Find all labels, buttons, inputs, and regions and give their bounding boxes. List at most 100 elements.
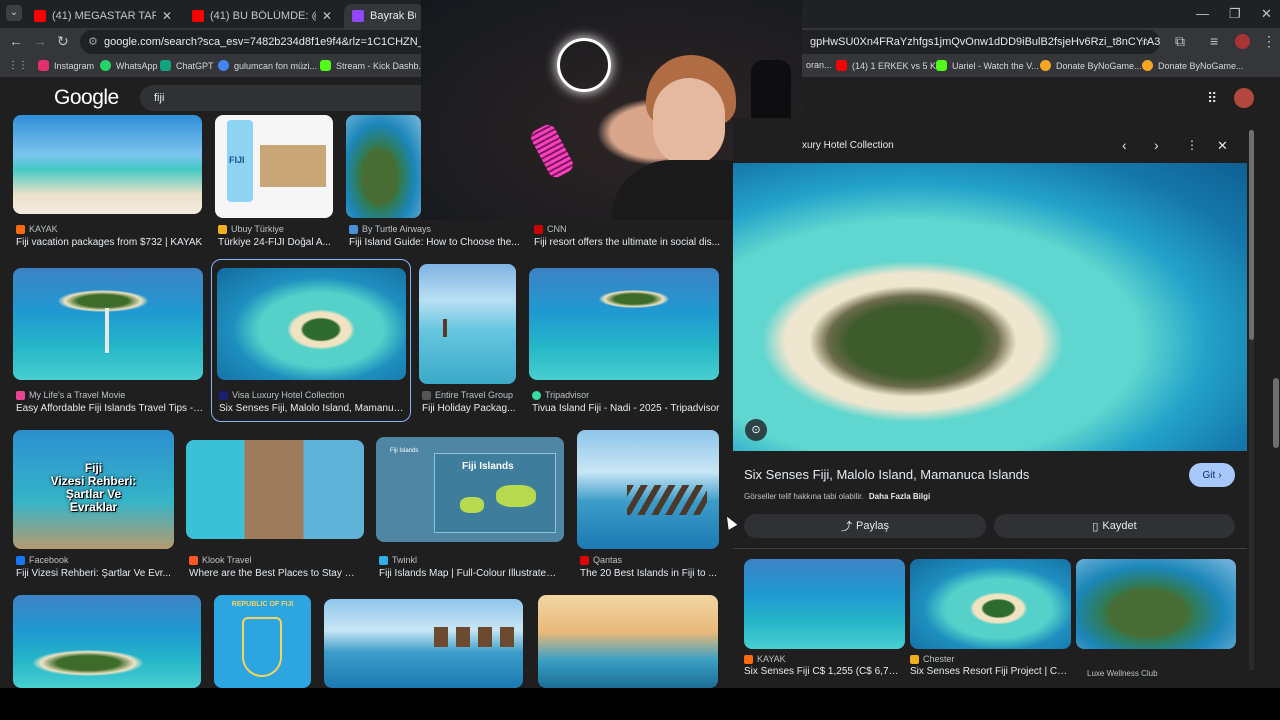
bookmark-kick[interactable]: Stream - Kick Dashb...	[320, 60, 426, 71]
search-input[interactable]: fiji	[140, 85, 430, 111]
menu-icon[interactable]: ⋮	[1262, 33, 1276, 50]
bookmark-instagram[interactable]: Instagram	[38, 60, 94, 71]
forward-icon[interactable]: →	[33, 33, 47, 49]
back-icon[interactable]: ←	[9, 33, 23, 49]
related-image-2[interactable]	[910, 559, 1071, 649]
extensions-icon[interactable]: ⧉	[1175, 33, 1185, 50]
more-options-icon[interactable]: ⋮	[1186, 138, 1198, 152]
page-scrollbar-thumb[interactable]	[1273, 378, 1279, 448]
bookmark-youtube[interactable]: (14) 1 ERKEK vs 5 K...	[836, 60, 944, 71]
kick-icon	[936, 60, 947, 71]
site-info-icon[interactable]: ⚙	[88, 30, 98, 54]
result-image-six-senses[interactable]	[217, 268, 406, 380]
lens-search-icon[interactable]: ⊙	[745, 419, 767, 441]
result-title[interactable]: Fiji Island Guide: How to Choose the...	[349, 237, 521, 248]
minimize-icon[interactable]: —	[1196, 6, 1209, 21]
tab-youtube-1[interactable]: (41) MEGASTAR TARKAN | Bölü ✕	[26, 4, 180, 28]
related-image-3[interactable]	[1076, 559, 1236, 649]
previous-image-icon[interactable]: ‹	[1122, 137, 1127, 153]
twitch-icon	[352, 10, 364, 22]
bookmark-icon: ▯	[1092, 520, 1099, 533]
result-image-turtle[interactable]	[346, 115, 421, 218]
google-logo[interactable]: Google	[54, 86, 119, 110]
huts	[434, 627, 514, 647]
result-title[interactable]: Easy Affordable Fiji Islands Travel Tips…	[16, 403, 204, 414]
media-icon[interactable]: ≡	[1210, 33, 1218, 49]
bookmark-chatgpt[interactable]: ChatGPT	[160, 60, 214, 71]
result-image-row4-4[interactable]	[538, 595, 718, 688]
result-title[interactable]: The 20 Best Islands in Fiji to ...	[580, 568, 720, 579]
kick-icon	[320, 60, 331, 71]
account-avatar[interactable]	[1234, 88, 1254, 108]
bookmark-google[interactable]: gulumcan fon müzi...	[218, 60, 317, 71]
result-image-klook[interactable]	[186, 440, 364, 539]
copyright-note: Görseller telif hakkına tabi olabilir. D…	[744, 492, 931, 501]
result-source: Klook Travel	[189, 555, 252, 565]
result-image-qantas[interactable]	[577, 430, 719, 549]
related-title[interactable]: Luxe Wellness Club	[1087, 669, 1227, 681]
preview-image[interactable]: ⊙	[733, 163, 1247, 451]
related-title[interactable]: Six Senses Fiji C$ 1,255 (C$ 6,714...	[744, 666, 904, 677]
bookmark-star-icon[interactable]: ☆	[1140, 30, 1150, 54]
result-title[interactable]: Fiji resort offers the ultimate in socia…	[534, 237, 720, 248]
result-image-ubuy[interactable]: FIJI	[215, 115, 333, 218]
panel-source[interactable]: xury Hotel Collection	[802, 140, 894, 151]
result-source: KAYAK	[16, 224, 58, 234]
close-icon[interactable]: ✕	[156, 9, 172, 23]
kayak-icon	[16, 224, 25, 234]
result-image-tripadvisor[interactable]	[529, 268, 719, 380]
page-scrollbar[interactable]	[1272, 118, 1280, 688]
whatsapp-icon	[100, 60, 111, 71]
next-image-icon[interactable]: ›	[1154, 137, 1159, 153]
result-title[interactable]: Fiji Vizesi Rehberi: Şartlar Ve Evr...	[16, 568, 176, 579]
result-title[interactable]: Six Senses Fiji, Malolo Island, Mamanuc.…	[219, 403, 406, 414]
result-title[interactable]: Fiji Islands Map | Full-Colour Illustrat…	[379, 568, 561, 579]
map-title: Fiji Islands	[462, 461, 514, 472]
close-icon[interactable]: ✕	[316, 9, 332, 23]
close-panel-icon[interactable]: ✕	[1217, 138, 1228, 154]
tab-search-icon[interactable]: ⌄	[6, 5, 22, 21]
result-title[interactable]: Tivua Island Fiji - Nadi - 2025 - Tripad…	[532, 403, 722, 414]
bookmark-donate-1[interactable]: Donate ByNoGame...	[1040, 60, 1142, 71]
profile-avatar[interactable]	[1235, 34, 1250, 49]
result-image-entire-travel[interactable]	[419, 264, 516, 384]
go-button[interactable]: Git ›	[1189, 463, 1235, 487]
result-image-travel-movie[interactable]	[13, 268, 203, 380]
preview-title[interactable]: Six Senses Fiji, Malolo Island, Mamanuca…	[744, 467, 1029, 482]
map-small-label: Fiji Islands	[390, 448, 419, 454]
reload-icon[interactable]: ↻	[57, 33, 69, 50]
result-title[interactable]: Where are the Best Places to Stay W...	[189, 568, 361, 579]
related-image-1[interactable]	[744, 559, 905, 649]
close-window-icon[interactable]: ✕	[1261, 6, 1272, 22]
apps-grid-icon[interactable]: ⠿	[1207, 90, 1217, 107]
result-image-kayak[interactable]	[13, 115, 202, 214]
result-image-twinkl[interactable]: Fiji Islands Fiji Islands	[376, 437, 564, 542]
more-info-link[interactable]: Daha Fazla Bilgi	[869, 492, 930, 501]
republic-of-fiji-label: REPUBLIC OF FIJI	[231, 601, 294, 608]
result-image-facebook[interactable]: Fiji Vizesi Rehberi: Şartlar Ve Evraklar	[13, 430, 174, 549]
panel-scrollbar-thumb[interactable]	[1249, 130, 1254, 340]
result-title[interactable]: Fiji vacation packages from $732 | KAYAK	[16, 237, 206, 248]
result-title[interactable]: Türkiye 24-FIJI Doğal A...	[218, 237, 333, 248]
share-button[interactable]: ⤴ Paylaş	[744, 514, 986, 538]
bookmark-uariel[interactable]: Uariel - Watch the V...	[936, 60, 1039, 71]
result-image-row4-1[interactable]	[13, 595, 201, 688]
tab-youtube-2[interactable]: (41) BU BÖLÜMDE: @NoluyoYa ✕	[184, 4, 340, 28]
streamer-face	[653, 78, 725, 166]
result-title[interactable]: Fiji Holiday Packag...	[422, 403, 520, 414]
result-source: By Turtle Airways	[349, 224, 431, 234]
save-button[interactable]: ▯ Kaydet	[994, 514, 1235, 538]
bookmark-donate-2[interactable]: Donate ByNoGame...	[1142, 60, 1244, 71]
apps-icon[interactable]: ⋮⋮	[8, 60, 28, 71]
donate-icon	[1040, 60, 1051, 71]
bookmark-whatsapp[interactable]: WhatsApp	[100, 60, 158, 71]
panel-scrollbar[interactable]	[1249, 130, 1254, 670]
bookmark-oran[interactable]: oran...	[806, 60, 832, 70]
restore-icon[interactable]: ❐	[1229, 6, 1241, 22]
page-bottom-bar	[0, 688, 1280, 720]
result-image-row4-3[interactable]	[324, 599, 523, 688]
panel-divider	[733, 548, 1247, 549]
related-title[interactable]: Six Senses Resort Fiji Project | Ch...	[910, 666, 1070, 677]
result-image-row4-2[interactable]: REPUBLIC OF FIJI	[214, 595, 311, 688]
tab-twitch[interactable]: Bayrak Bul - Twi	[344, 4, 424, 28]
